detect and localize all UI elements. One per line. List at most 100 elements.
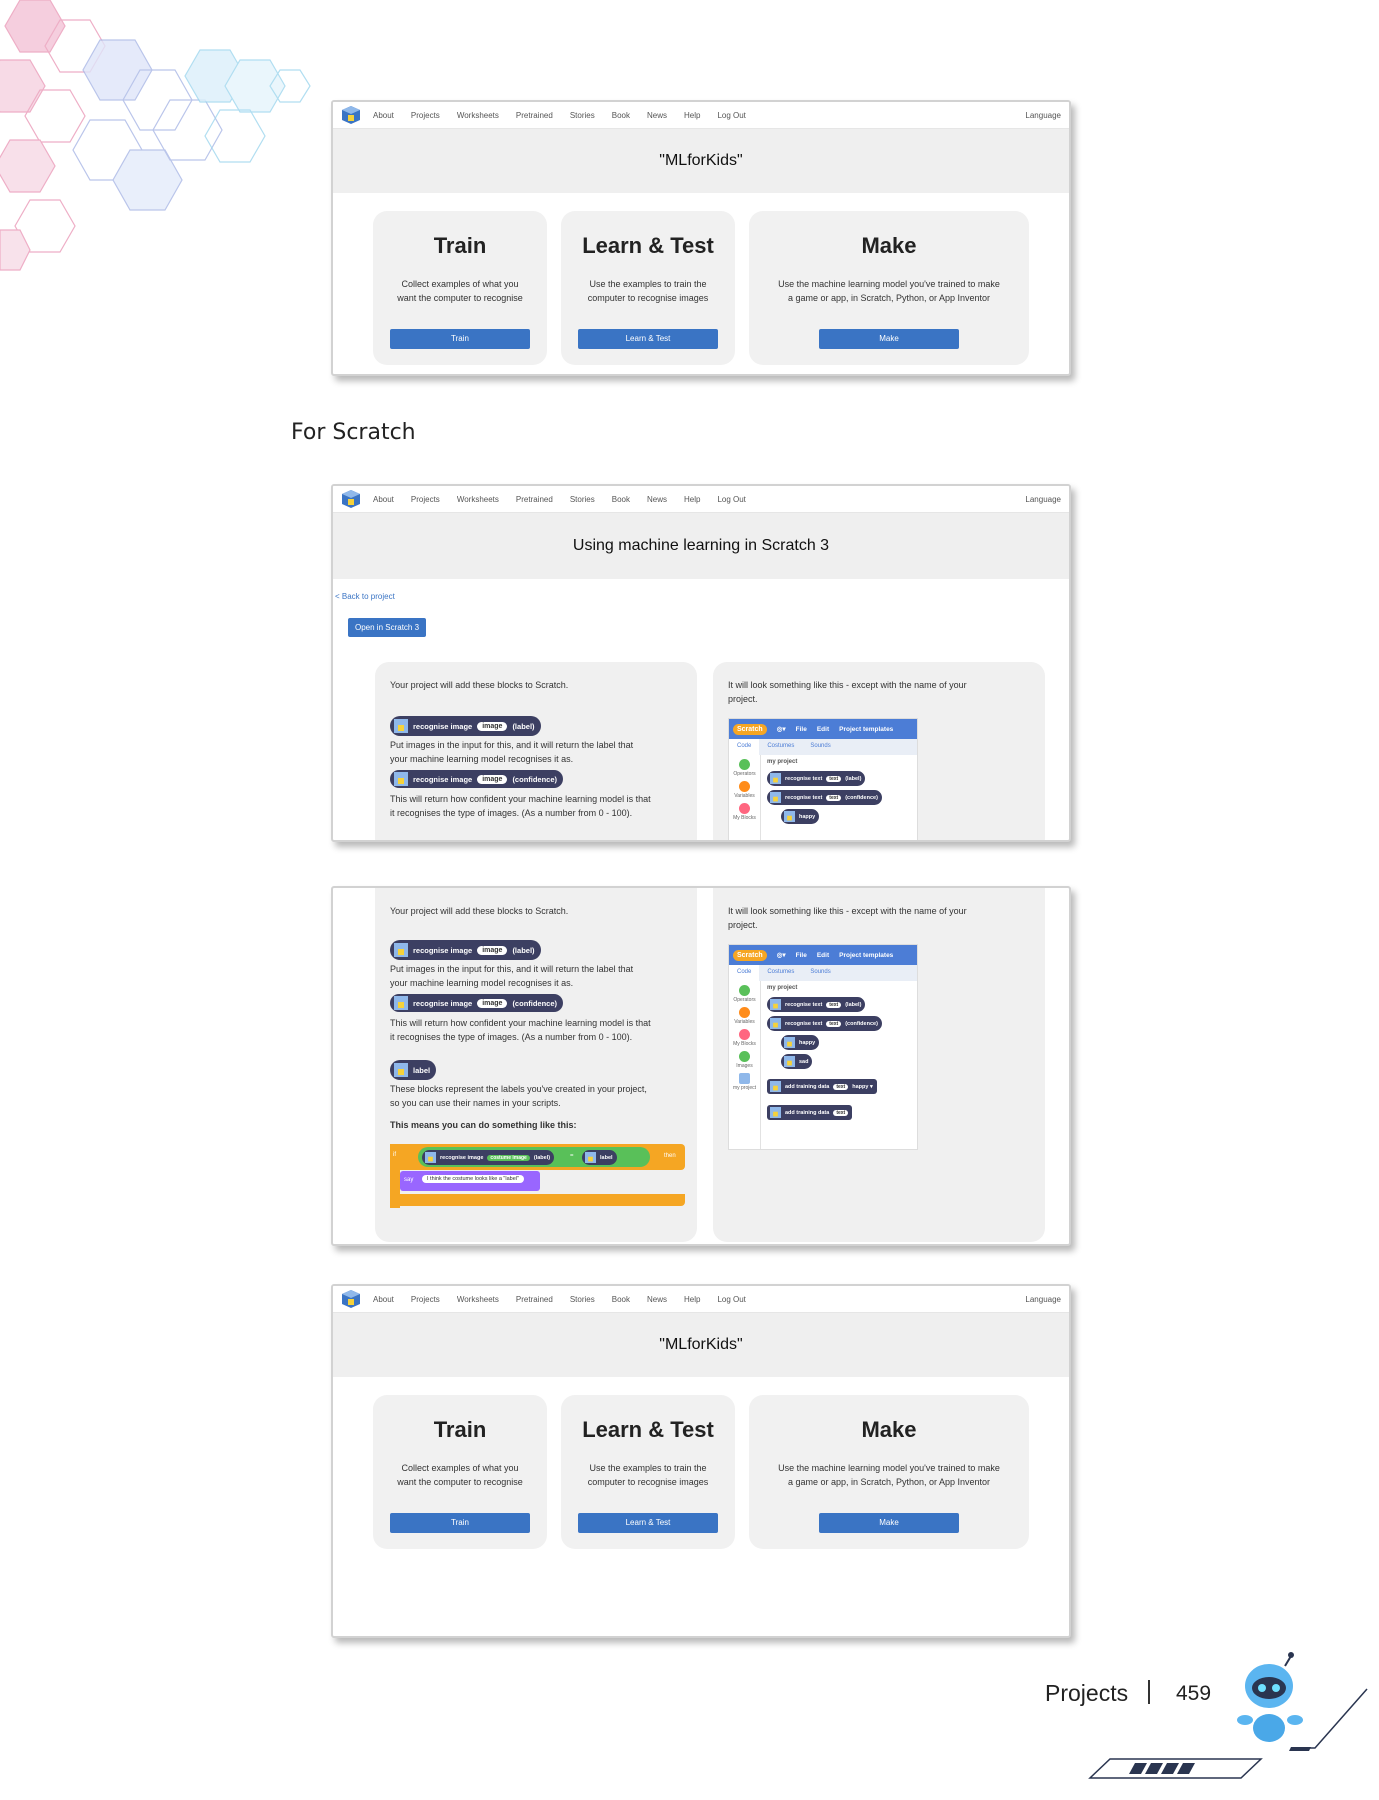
nav-language[interactable]: Language xyxy=(1025,1295,1061,1304)
myblocks-dot-icon xyxy=(739,1029,750,1040)
scratch-tabs: Code Costumes Sounds xyxy=(729,965,917,981)
card-desc: Use the examples to train the computer to… xyxy=(587,279,709,303)
open-in-scratch-button[interactable]: Open in Scratch 3 xyxy=(348,618,427,637)
recognise-image-confidence-block: recognise image image (confidence) xyxy=(390,994,564,1012)
blocks-panel: Your project will add these blocks to Sc… xyxy=(375,662,697,840)
navbar: About Projects Worksheets Pretrained Sto… xyxy=(333,1286,1069,1313)
nav-help[interactable]: Help xyxy=(684,495,700,504)
nav-pretrained[interactable]: Pretrained xyxy=(516,495,553,504)
tab-sounds[interactable]: Sounds xyxy=(802,739,838,755)
back-link[interactable]: < Back to project xyxy=(335,592,395,601)
nav-help[interactable]: Help xyxy=(684,1295,700,1304)
make-button[interactable]: Make xyxy=(819,329,959,349)
operators-dot-icon xyxy=(739,985,750,996)
screenshot-home-1: About Projects Worksheets Pretrained Sto… xyxy=(331,100,1071,376)
nav-language[interactable]: Language xyxy=(1025,495,1061,504)
card-train: Train Collect examples of what you want t… xyxy=(373,211,547,365)
learn-test-button[interactable]: Learn & Test xyxy=(578,329,718,349)
variables-dot-icon xyxy=(739,1007,750,1018)
nav-about[interactable]: About xyxy=(373,1295,394,1304)
recognise-text-confidence-block: recognise text text (confidence) xyxy=(767,790,882,805)
nav-stories[interactable]: Stories xyxy=(570,111,595,120)
section-heading: For Scratch xyxy=(291,420,416,445)
tab-code[interactable]: Code xyxy=(729,965,760,981)
make-button[interactable]: Make xyxy=(819,1513,959,1533)
label-happy-block: happy xyxy=(781,809,820,824)
nav-projects[interactable]: Projects xyxy=(411,495,440,504)
block2-description: This will return how confident your mach… xyxy=(390,1018,651,1042)
blocks-intro: Your project will add these blocks to Sc… xyxy=(390,906,569,916)
train-button[interactable]: Train xyxy=(390,329,530,349)
category-list: Operators Variables My Blocks xyxy=(729,755,761,840)
nav-worksheets[interactable]: Worksheets xyxy=(457,111,499,120)
templates-menu[interactable]: Project templates xyxy=(839,952,893,959)
card-title: Learn & Test xyxy=(582,233,714,258)
tab-costumes[interactable]: Costumes xyxy=(759,739,802,755)
blocks-intro: Your project will add these blocks to Sc… xyxy=(390,680,569,690)
tab-code[interactable]: Code xyxy=(729,739,760,755)
nav-logout[interactable]: Log Out xyxy=(717,1295,745,1304)
category-list: Operators Variables My Blocks Images my … xyxy=(729,981,761,1149)
operators-dot-icon xyxy=(739,759,750,770)
nav-projects[interactable]: Projects xyxy=(411,1295,440,1304)
scratch-logo: Scratch xyxy=(733,949,767,961)
images-dot-icon xyxy=(739,1051,750,1062)
nav-language[interactable]: Language xyxy=(1025,111,1061,120)
preview-intro: It will look something like this - excep… xyxy=(728,680,967,704)
add-training-data-block: add training data text happy ▾ xyxy=(767,1079,877,1094)
extension-icon xyxy=(394,719,408,733)
nav-news[interactable]: News xyxy=(647,111,667,120)
recognise-image-confidence-block: recognise image image (confidence) xyxy=(390,770,564,788)
card-desc: Use the examples to train the computer to… xyxy=(587,1463,709,1487)
nav-stories[interactable]: Stories xyxy=(570,495,595,504)
tab-costumes[interactable]: Costumes xyxy=(759,965,802,981)
scratch-menubar: Scratch ◎▾ File Edit Project templates xyxy=(729,719,917,739)
nav-book[interactable]: Book xyxy=(612,111,630,120)
nav-projects[interactable]: Projects xyxy=(411,111,440,120)
nav-news[interactable]: News xyxy=(647,1295,667,1304)
card-title: Make xyxy=(861,1417,917,1442)
recognise-image-label-block: recognise image image (label) xyxy=(390,716,541,736)
card-title: Train xyxy=(433,1417,487,1442)
edit-menu[interactable]: Edit xyxy=(817,726,829,733)
nav-worksheets[interactable]: Worksheets xyxy=(457,1295,499,1304)
means-text: This means you can do something like thi… xyxy=(390,1120,577,1130)
nav-help[interactable]: Help xyxy=(684,111,700,120)
navbar: About Projects Worksheets Pretrained Sto… xyxy=(333,102,1069,129)
preview-panel: It will look something like this - excep… xyxy=(713,662,1045,840)
edit-menu[interactable]: Edit xyxy=(817,952,829,959)
file-menu[interactable]: File xyxy=(796,952,807,959)
tab-sounds[interactable]: Sounds xyxy=(802,965,838,981)
scratch-menubar: Scratch ◎▾ File Edit Project templates xyxy=(729,945,917,965)
screenshot-scratch-blocks: Your project will add these blocks to Sc… xyxy=(331,886,1071,1246)
nav-news[interactable]: News xyxy=(647,495,667,504)
card-learn-test: Learn & Test Use the examples to train t… xyxy=(561,211,735,365)
block3-description: These blocks represent the labels you've… xyxy=(390,1084,647,1108)
recognise-image-label-block: recognise image image (label) xyxy=(390,940,541,960)
block1-description: Put images in the input for this, and it… xyxy=(390,740,634,764)
nav-about[interactable]: About xyxy=(373,495,394,504)
globe-icon: ◎▾ xyxy=(776,952,786,959)
nav-stories[interactable]: Stories xyxy=(570,1295,595,1304)
navbar: About Projects Worksheets Pretrained Sto… xyxy=(333,486,1069,513)
card-desc: Collect examples of what you want the com… xyxy=(397,1463,523,1487)
templates-menu[interactable]: Project templates xyxy=(839,726,893,733)
nav-pretrained[interactable]: Pretrained xyxy=(516,111,553,120)
nav-book[interactable]: Book xyxy=(612,1295,630,1304)
nav-logout[interactable]: Log Out xyxy=(717,111,745,120)
learn-test-button[interactable]: Learn & Test xyxy=(578,1513,718,1533)
block1-description: Put images in the input for this, and it… xyxy=(390,964,634,988)
train-button[interactable]: Train xyxy=(390,1513,530,1533)
file-menu[interactable]: File xyxy=(796,726,807,733)
block2-description: This will return how confident your mach… xyxy=(390,794,651,818)
nav-about[interactable]: About xyxy=(373,111,394,120)
nav-worksheets[interactable]: Worksheets xyxy=(457,495,499,504)
card-desc: Use the machine learning model you've tr… xyxy=(778,1463,1000,1487)
nav-book[interactable]: Book xyxy=(612,495,630,504)
label-sad-block: sad xyxy=(781,1054,813,1069)
myproject-icon xyxy=(739,1073,750,1084)
extension-icon xyxy=(394,772,408,786)
preview-panel: It will look something like this - excep… xyxy=(713,888,1045,1242)
nav-logout[interactable]: Log Out xyxy=(717,495,745,504)
nav-pretrained[interactable]: Pretrained xyxy=(516,1295,553,1304)
